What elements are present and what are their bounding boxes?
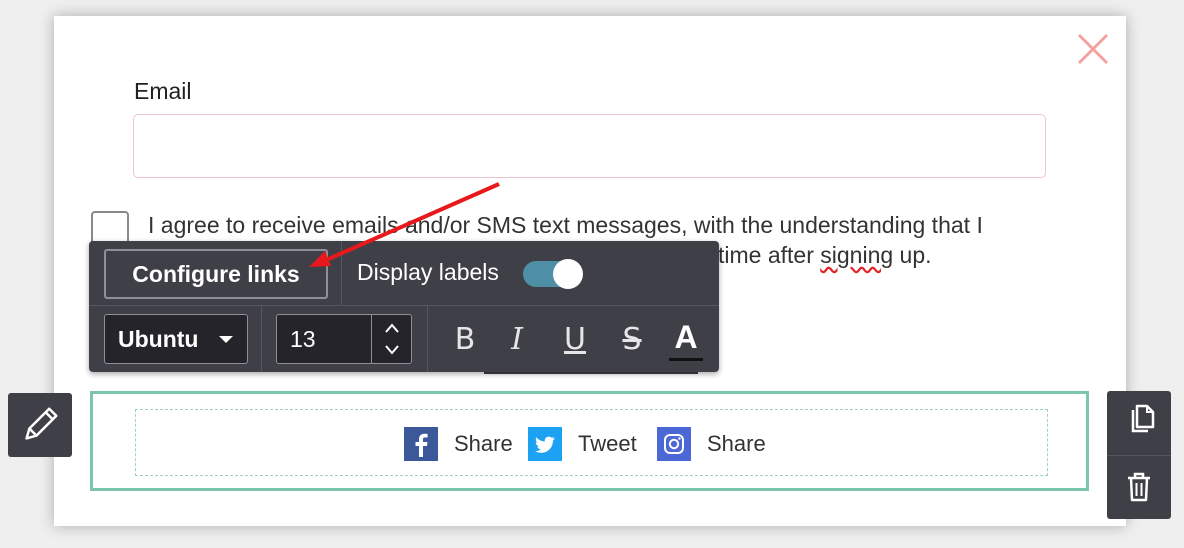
close-icon bbox=[1077, 33, 1109, 65]
email-input[interactable] bbox=[133, 114, 1046, 178]
social-label-facebook: Share bbox=[454, 431, 513, 456]
chevron-up-icon[interactable] bbox=[384, 322, 400, 334]
caret-down-icon bbox=[219, 336, 233, 343]
email-label: Email bbox=[134, 78, 192, 104]
pencil-icon bbox=[25, 407, 58, 440]
edit-block-button[interactable] bbox=[8, 393, 72, 457]
social-links-inner: Share Tweet Share bbox=[135, 409, 1048, 476]
font-size-stepper[interactable]: 13 bbox=[276, 314, 412, 364]
text-color-button[interactable]: A bbox=[667, 317, 705, 363]
font-family-select[interactable]: Ubuntu bbox=[104, 314, 248, 364]
display-labels-label: Display labels bbox=[357, 259, 499, 285]
duplicate-button[interactable] bbox=[1107, 391, 1171, 455]
strikethrough-button[interactable]: S bbox=[614, 319, 650, 361]
underline-button[interactable]: U bbox=[557, 319, 593, 361]
configure-links-button[interactable]: Configure links bbox=[104, 249, 328, 299]
bold-button[interactable]: B bbox=[447, 319, 483, 361]
instagram-icon bbox=[657, 427, 691, 461]
text-format-toolbar: Configure links Display labels Ubuntu 13… bbox=[89, 241, 719, 372]
trash-icon bbox=[1128, 472, 1150, 502]
italic-button[interactable]: I bbox=[499, 319, 535, 361]
social-label-instagram: Share bbox=[707, 431, 766, 456]
consent-line-1: I agree to receive emails and/or SMS tex… bbox=[148, 212, 983, 238]
close-button[interactable] bbox=[1076, 32, 1110, 66]
display-labels-toggle[interactable] bbox=[523, 259, 583, 289]
consent-line-2-end: up. bbox=[893, 242, 932, 268]
block-actions-panel bbox=[1107, 391, 1171, 519]
copy-icon bbox=[1131, 404, 1155, 433]
chevron-down-icon[interactable] bbox=[384, 344, 400, 356]
delete-button[interactable] bbox=[1107, 456, 1171, 520]
twitter-icon bbox=[528, 427, 562, 461]
social-label-twitter: Tweet bbox=[578, 431, 637, 456]
social-links-block[interactable]: Share Tweet Share bbox=[90, 391, 1089, 491]
facebook-icon bbox=[404, 427, 438, 461]
consent-spellcheck-word: signing bbox=[820, 242, 894, 268]
text-color-glyph: A bbox=[674, 319, 698, 355]
font-family-value: Ubuntu bbox=[118, 326, 199, 352]
font-size-value: 13 bbox=[290, 326, 316, 352]
consent-line-2-start: time after bbox=[718, 242, 821, 268]
